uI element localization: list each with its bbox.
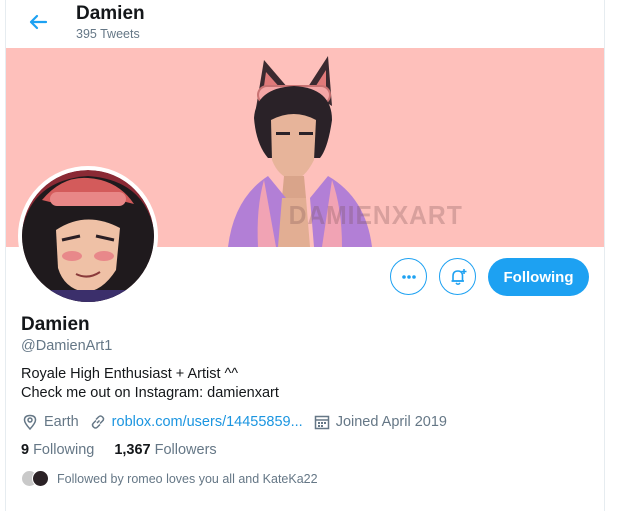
join-date: Joined April 2019 <box>313 413 447 431</box>
followers-label: Followers <box>154 442 217 458</box>
location: Earth <box>21 413 79 431</box>
back-button[interactable] <box>24 8 52 36</box>
profile-meta: Earth roblox.com/users/14455859... Joine… <box>21 412 457 432</box>
website-link[interactable]: roblox.com/users/14455859... <box>112 414 303 430</box>
link-icon <box>91 415 104 429</box>
join-date-text: Joined April 2019 <box>335 414 447 430</box>
profile-column: Damien 395 Tweets DAMIENXART Following D… <box>5 0 605 511</box>
profile-bio: Royale High Enthusiast + Artist ^^ Check… <box>21 365 279 403</box>
following-count: 9 <box>21 442 30 458</box>
profile-name: Damien <box>21 314 90 335</box>
website[interactable]: roblox.com/users/14455859... <box>89 413 303 431</box>
notification-bell-icon <box>451 268 466 285</box>
avatar-artwork <box>22 170 154 302</box>
following-stat[interactable]: 9 Following <box>21 442 94 458</box>
avatar[interactable] <box>18 166 158 306</box>
notifications-button[interactable] <box>439 258 476 295</box>
location-pin-icon <box>23 414 37 431</box>
calendar-icon <box>314 415 329 430</box>
profile-stats: 9 Following 1,367 Followers <box>21 442 237 458</box>
profile-header-bar: Damien 395 Tweets <box>6 0 604 48</box>
location-text: Earth <box>44 414 79 430</box>
followed-by[interactable]: Followed by romeo loves you all and Kate… <box>21 470 318 487</box>
banner-watermark: DAMIENXART <box>288 200 463 230</box>
followed-by-text: Followed by romeo loves you all and Kate… <box>57 471 318 486</box>
more-button[interactable] <box>390 258 427 295</box>
followers-stat[interactable]: 1,367 Followers <box>114 442 216 458</box>
following-button[interactable]: Following <box>488 258 589 296</box>
tweet-count: 395 Tweets <box>76 27 140 41</box>
back-arrow-icon <box>29 14 48 30</box>
following-label: Following <box>33 442 95 458</box>
bio-line: Royale High Enthusiast + Artist ^^ <box>21 366 239 382</box>
followers-count: 1,367 <box>114 442 151 458</box>
bio-line: Check me out on Instagram: damienxart <box>21 385 279 401</box>
profile-handle: @DamienArt1 <box>21 338 113 354</box>
header-title: Damien <box>76 3 145 24</box>
mutual-avatar <box>32 470 49 487</box>
more-icon <box>401 274 416 279</box>
